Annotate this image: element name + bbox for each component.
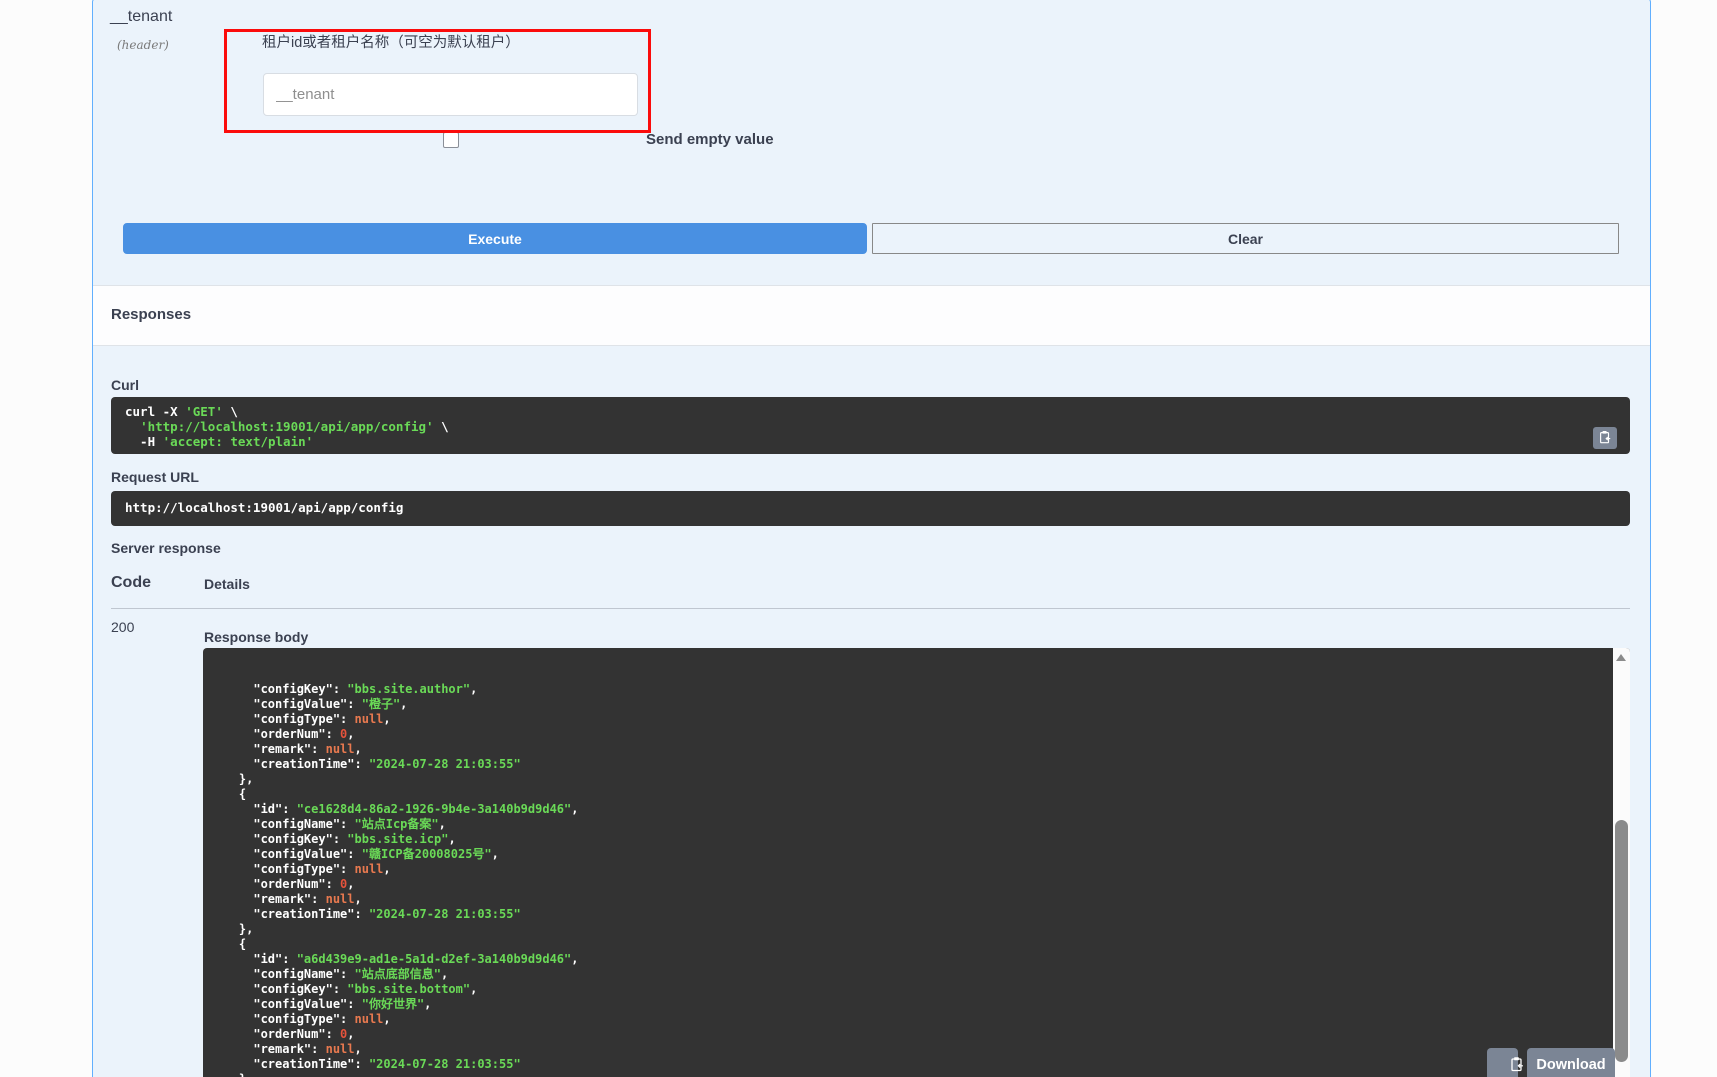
curl-command-text: curl -X 'GET' \ 'http://localhost:19001/… <box>125 404 1616 449</box>
response-scrollbar[interactable] <box>1613 648 1630 1077</box>
download-button[interactable]: Download <box>1527 1048 1615 1077</box>
response-body-text: "configKey": "bbs.site.author", "configV… <box>210 682 1606 1077</box>
responses-title: Responses <box>111 306 191 323</box>
arrow-up-icon[interactable] <box>1616 654 1626 661</box>
send-empty-checkbox[interactable] <box>443 132 459 148</box>
clear-button[interactable]: Clear <box>872 223 1619 254</box>
details-column-header: Details <box>204 576 250 592</box>
parameter-location: (header) <box>117 38 169 52</box>
parameter-description: 租户id或者租户名称（可空为默认租户） <box>262 31 520 52</box>
tenant-input[interactable] <box>263 73 638 116</box>
request-url-label: Request URL <box>111 469 199 485</box>
send-empty-label: Send empty value <box>646 131 774 148</box>
copy-response-button[interactable] <box>1487 1048 1518 1077</box>
response-body-label: Response body <box>204 629 308 645</box>
swagger-operation-screen: __tenant (header) 租户id或者租户名称（可空为默认租户） Se… <box>0 0 1717 1077</box>
execute-button[interactable]: Execute <box>123 223 867 254</box>
responses-section-header <box>93 285 1650 346</box>
server-response-label: Server response <box>111 540 221 556</box>
clipboard-icon <box>1480 1041 1526 1077</box>
code-column-header: Code <box>111 574 151 592</box>
response-code: 200 <box>111 619 134 635</box>
scrollbar-thumb[interactable] <box>1615 820 1628 1062</box>
curl-command-block: curl -X 'GET' \ 'http://localhost:19001/… <box>111 397 1630 454</box>
request-url-block: http://localhost:19001/api/app/config <box>111 491 1630 526</box>
copy-curl-button[interactable] <box>1593 427 1617 449</box>
table-header-divider <box>111 608 1630 609</box>
clipboard-icon <box>1598 430 1612 447</box>
parameter-name: __tenant <box>110 8 172 26</box>
request-url-text: http://localhost:19001/api/app/config <box>125 500 403 515</box>
curl-label: Curl <box>111 377 139 393</box>
response-body-block: "configKey": "bbs.site.author", "configV… <box>203 648 1630 1077</box>
